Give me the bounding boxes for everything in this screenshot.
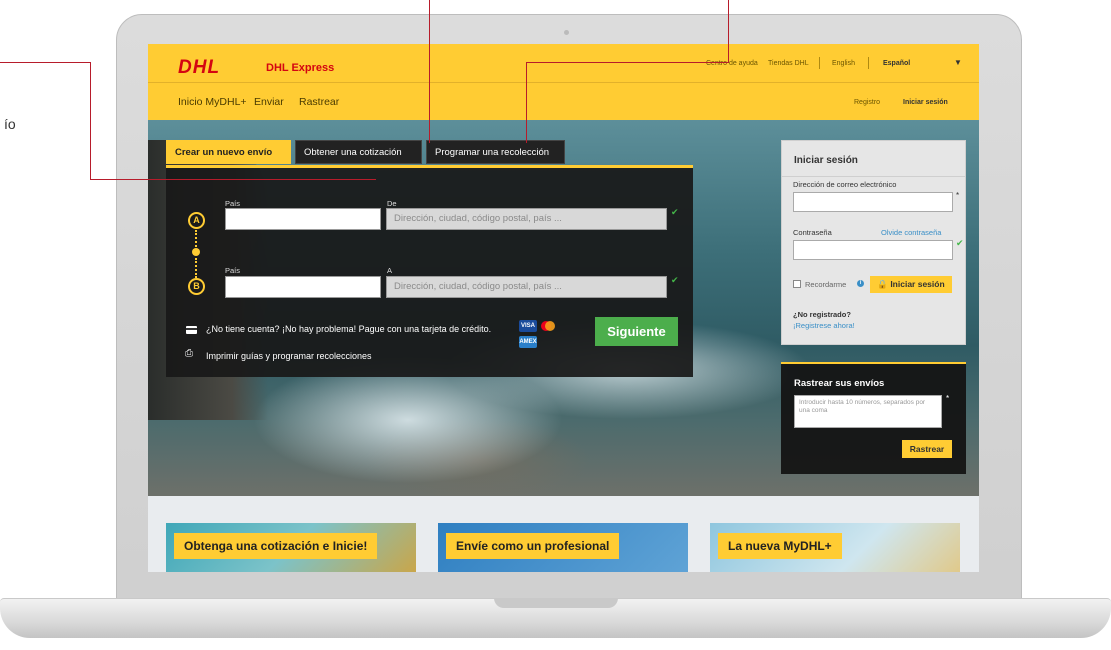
divider <box>868 57 869 69</box>
visa-badge: VISA <box>519 320 537 332</box>
callout-line <box>526 62 729 63</box>
tab-new-shipment[interactable]: Crear un nuevo envío <box>166 140 291 164</box>
tracking-numbers-input[interactable]: Introducir hasta 10 números, separados p… <box>794 395 942 428</box>
route-dot-icon <box>192 248 200 256</box>
chevron-down-icon[interactable]: ▼ <box>954 58 962 67</box>
track-button[interactable]: Rastrear <box>902 440 952 458</box>
laptop-notch <box>494 598 618 608</box>
origin-marker-icon: A <box>188 212 205 229</box>
not-registered-label: ¿No registrado? <box>793 310 851 319</box>
no-account-text: ¿No tiene cuenta? ¡No hay problema! Pagu… <box>206 324 492 334</box>
destination-country-input[interactable] <box>225 276 381 298</box>
callout-line <box>90 179 376 180</box>
destination-address-label: A <box>387 266 393 275</box>
mastercard-icon <box>540 320 556 332</box>
tab-schedule-pickup[interactable]: Programar una recolección <box>426 140 565 164</box>
divider <box>819 57 820 69</box>
remember-label[interactable]: Recordarme <box>805 280 846 289</box>
info-icon[interactable]: i <box>857 280 864 287</box>
card-title: Envíe como un profesional <box>446 533 620 559</box>
camera-icon <box>564 30 569 35</box>
nav-item-home[interactable]: Inicio MyDHL+ <box>178 96 247 108</box>
amex-badge: AMEX <box>519 336 537 348</box>
destination-country-label: País <box>225 266 241 275</box>
divider <box>782 176 965 177</box>
register-now-link[interactable]: ¡Registrese ahora! <box>793 321 855 330</box>
callout-line <box>0 62 90 63</box>
login-submit-label: Iniciar sesión <box>890 279 945 289</box>
password-label: Contraseña <box>793 228 832 237</box>
nav-item-track[interactable]: Rastrear <box>299 96 339 108</box>
destination-address-input[interactable]: Dirección, ciudad, código postal, país .… <box>386 276 667 298</box>
callout-line <box>728 0 729 63</box>
lock-icon: 🔒 <box>877 279 888 289</box>
forgot-password-link[interactable]: Olvide contraseña <box>881 228 941 237</box>
feature-card-mydhl[interactable]: La nueva MyDHL+ <box>710 523 960 572</box>
required-mark: * <box>946 394 950 403</box>
brand-label: DHL Express <box>266 62 335 74</box>
register-link[interactable]: Registro <box>854 99 880 106</box>
page: DHL DHL Express Centro de ayuda Tiendas … <box>0 0 1111 650</box>
check-icon: ✔ <box>956 238 964 248</box>
origin-address-input[interactable]: Dirección, ciudad, código postal, país .… <box>386 208 667 230</box>
login-title: Iniciar sesión <box>794 155 858 166</box>
dhl-stores-link[interactable]: Tiendas DHL <box>768 60 809 67</box>
check-icon: ✔ <box>671 207 679 217</box>
print-labels-text: Imprimir guías y programar recolecciones <box>206 351 372 361</box>
email-label: Dirección de correo electrónico <box>793 180 897 189</box>
password-field[interactable] <box>793 240 953 260</box>
callout-line <box>526 62 527 143</box>
divider <box>148 82 979 83</box>
destination-marker-icon: B <box>188 278 205 295</box>
browser-screen: DHL DHL Express Centro de ayuda Tiendas … <box>148 44 979 572</box>
next-button[interactable]: Siguiente <box>595 317 678 346</box>
callout-line <box>429 0 430 143</box>
dhl-logo[interactable]: DHL <box>178 57 220 79</box>
lang-english-link[interactable]: English <box>832 60 855 67</box>
tab-get-quote[interactable]: Obtener una cotización <box>295 140 422 164</box>
origin-country-input[interactable] <box>225 208 381 230</box>
origin-address-label: De <box>387 199 397 208</box>
required-mark: * <box>956 191 960 200</box>
callout-label: ío <box>4 116 16 132</box>
card-title: La nueva MyDHL+ <box>718 533 842 559</box>
lang-spanish-link[interactable]: Español <box>883 60 910 67</box>
callout-line <box>90 62 91 179</box>
check-icon: ✔ <box>671 275 679 285</box>
feature-card-quote[interactable]: Obtenga una cotización e Inicie! <box>166 523 416 572</box>
track-title: Rastrear sus envíos <box>794 378 885 389</box>
feature-card-professional[interactable]: Envíe como un profesional <box>438 523 688 572</box>
card-title: Obtenga una cotización e Inicie! <box>174 533 378 559</box>
dhl-header: DHL DHL Express Centro de ayuda Tiendas … <box>148 44 979 120</box>
remember-checkbox[interactable] <box>793 280 801 288</box>
route-line <box>195 258 197 278</box>
header-login-link[interactable]: Iniciar sesión <box>903 99 948 106</box>
email-field[interactable] <box>793 192 953 212</box>
printer-icon: ⎙ <box>185 348 193 359</box>
credit-card-icon <box>186 326 197 334</box>
login-submit-button[interactable]: 🔒 Iniciar sesión <box>870 276 952 293</box>
nav-item-send[interactable]: Enviar <box>254 96 284 108</box>
origin-country-label: País <box>225 199 241 208</box>
